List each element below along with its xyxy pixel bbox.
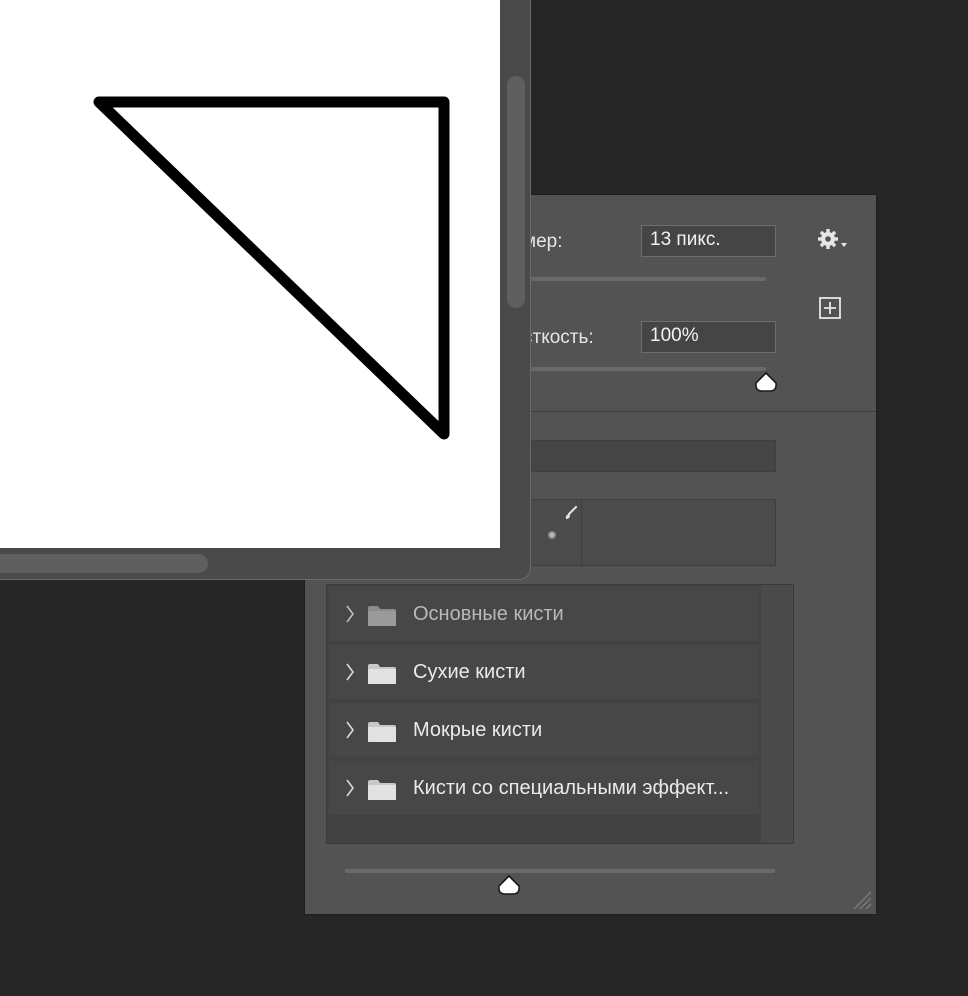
- size-slider-track[interactable]: [523, 277, 766, 281]
- brush-group-name: Основные кисти: [413, 603, 564, 625]
- triangle-drawing: [93, 96, 450, 440]
- brush-tip-thumbnail[interactable]: [524, 500, 582, 565]
- chevron-right-icon[interactable]: [345, 778, 355, 798]
- canvas[interactable]: [0, 0, 500, 548]
- horizontal-scrollbar-thumb[interactable]: [0, 554, 208, 573]
- vertical-scrollbar-thumb[interactable]: [507, 76, 525, 308]
- brush-group-list: Основные кисти Сухие кисти Мокрые кисти …: [326, 584, 794, 844]
- brush-tip-selector: [523, 499, 776, 566]
- folder-icon: [368, 722, 396, 742]
- brush-group-item[interactable]: Сухие кисти: [329, 645, 759, 701]
- resize-grip-icon[interactable]: [850, 888, 872, 910]
- folder-icon: [368, 606, 396, 626]
- plus-square-icon[interactable]: [819, 297, 841, 319]
- brush-group-name: Сухие кисти: [413, 661, 526, 683]
- document-window: [0, 0, 531, 580]
- hardness-label: сткость:: [523, 327, 594, 348]
- hardness-slider-thumb[interactable]: [754, 371, 778, 393]
- brush-tool-icon: [564, 506, 578, 520]
- brush-group-item[interactable]: Кисти со специальными эффект...: [329, 761, 759, 817]
- gear-icon[interactable]: [817, 228, 853, 254]
- soft-round-tip-icon: [548, 531, 556, 539]
- brush-group-name: Кисти со специальными эффект...: [413, 777, 730, 799]
- list-scrollbar[interactable]: [761, 585, 793, 843]
- brush-group-name: Мокрые кисти: [413, 719, 543, 741]
- chevron-right-icon[interactable]: [345, 604, 355, 624]
- folder-icon: [368, 780, 396, 800]
- brush-preview-field: [523, 440, 776, 472]
- chevron-right-icon[interactable]: [345, 662, 355, 682]
- brush-group-item[interactable]: Мокрые кисти: [329, 703, 759, 759]
- folder-icon: [368, 664, 396, 684]
- preview-size-slider-thumb[interactable]: [497, 874, 521, 896]
- chevron-right-icon[interactable]: [345, 720, 355, 740]
- hardness-slider-track[interactable]: [523, 367, 766, 371]
- brush-group-item[interactable]: Основные кисти: [329, 587, 759, 643]
- hardness-input[interactable]: 100%: [641, 321, 776, 353]
- size-input[interactable]: 13 пикс.: [641, 225, 776, 257]
- preview-size-slider-track[interactable]: [345, 869, 775, 873]
